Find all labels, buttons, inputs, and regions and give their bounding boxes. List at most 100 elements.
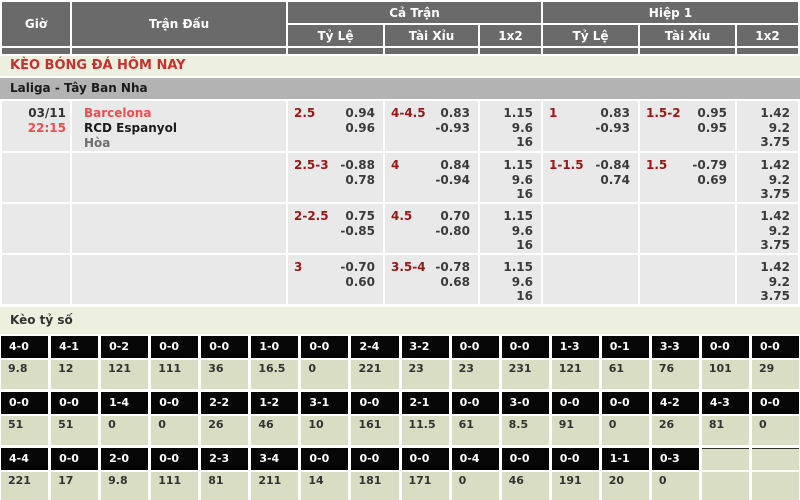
score-cell[interactable]: 3-223 — [402, 336, 449, 389]
score-cell[interactable]: 1-40 — [101, 392, 148, 445]
score-label: 2-3 — [201, 448, 248, 470]
score-row: 4-09.84-1120-21210-01110-0361-016.50-002… — [1, 336, 799, 389]
score-cell[interactable]: 0-029 — [752, 336, 799, 389]
score-cell[interactable]: 0-00 — [602, 392, 649, 445]
ft-over-under-cell[interactable]: 4-4.50.83-0.93 — [385, 101, 478, 151]
score-cell[interactable]: 0-051 — [1, 392, 48, 445]
h1-handicap-cell[interactable]: 1-1.5-0.840.74 — [543, 153, 638, 202]
h1-over-under-line: 1.5 — [646, 158, 667, 172]
h1-over-under-cell — [640, 204, 735, 253]
h1-over-under-cell[interactable]: 1.5-20.950.95 — [640, 101, 735, 151]
h1-over-under-cell[interactable]: 1.5-0.790.69 — [640, 153, 735, 202]
score-cell[interactable]: 2-111.5 — [402, 392, 449, 445]
score-cell[interactable]: 0-40 — [452, 448, 499, 500]
h1-handicap-line: 1-1.5 — [549, 158, 584, 172]
score-cell[interactable]: 2-381 — [201, 448, 248, 500]
col-header-time: Giờ — [2, 2, 70, 46]
score-cell[interactable]: 3-4211 — [251, 448, 298, 500]
score-cell[interactable]: 3-08.5 — [502, 392, 549, 445]
odds-value: 3.75 — [737, 135, 790, 150]
score-cell[interactable]: 0-30 — [652, 448, 699, 500]
score-cell[interactable]: 0-00 — [301, 336, 348, 389]
score-label: 2-2 — [201, 392, 248, 414]
score-cell[interactable]: 3-376 — [652, 336, 699, 389]
score-cell[interactable]: 0-161 — [602, 336, 649, 389]
score-odds: 61 — [602, 360, 649, 389]
score-cell[interactable]: 2-09.8 — [101, 448, 148, 500]
ft-1x2-cell[interactable]: 1.159.616 — [480, 153, 541, 202]
col-header-h1-1x2: 1x2 — [737, 25, 798, 46]
odds-value: -0.94 — [385, 173, 470, 188]
score-cell[interactable]: 4-381 — [702, 392, 749, 445]
ft-1x2-cell[interactable]: 1.159.616 — [480, 101, 541, 151]
h1-1x2-cell[interactable]: 1.429.23.75 — [737, 153, 798, 202]
score-label: 0-0 — [452, 392, 499, 414]
h1-1x2-cell[interactable]: 1.429.23.75 — [737, 101, 798, 151]
ft-handicap-cell[interactable]: 3-0.700.60 — [288, 255, 383, 304]
score-cell[interactable]: 0-0111 — [151, 336, 198, 389]
score-cell[interactable]: 0-046 — [502, 448, 549, 500]
score-odds: 23 — [452, 360, 499, 389]
h1-1x2-cell[interactable]: 1.429.23.75 — [737, 204, 798, 253]
score-cell[interactable]: 0-0181 — [351, 448, 398, 500]
score-cell[interactable]: 0-00 — [151, 392, 198, 445]
score-odds: 121 — [101, 360, 148, 389]
ft-over-under-cell[interactable]: 3.5-4-0.780.68 — [385, 255, 478, 304]
ft-handicap-cell[interactable]: 2.50.940.96 — [288, 101, 383, 151]
score-label: 0-0 — [402, 448, 449, 470]
ft-handicap-cell[interactable]: 2.5-3-0.880.78 — [288, 153, 383, 202]
score-cell[interactable]: 0-0161 — [351, 392, 398, 445]
score-cell[interactable]: 4-4221 — [1, 448, 48, 500]
ft-over-under-line: 4-4.5 — [391, 106, 426, 120]
score-cell[interactable]: 0-061 — [452, 392, 499, 445]
score-label: 0-0 — [552, 392, 599, 414]
ft-over-under-cell[interactable]: 40.84-0.94 — [385, 153, 478, 202]
ft-1x2-cell[interactable]: 1.159.616 — [480, 255, 541, 304]
col-header-h1-over-under: Tài Xỉu — [640, 25, 735, 46]
ft-1x2-cell[interactable]: 1.159.616 — [480, 204, 541, 253]
odds-value: 16 — [480, 238, 533, 253]
score-label: 0-0 — [452, 336, 499, 358]
score-label: 2-4 — [351, 336, 398, 358]
score-cell[interactable]: 3-110 — [301, 392, 348, 445]
score-cell[interactable]: 4-112 — [51, 336, 98, 389]
score-cell[interactable]: 0-036 — [201, 336, 248, 389]
score-cell[interactable]: 4-09.8 — [1, 336, 48, 389]
score-cell[interactable]: 2-226 — [201, 392, 248, 445]
score-cell[interactable]: 0-0111 — [151, 448, 198, 500]
odds-value: 1.42 — [737, 106, 790, 121]
h1-handicap-cell[interactable]: 10.83-0.93 — [543, 101, 638, 151]
score-cell[interactable]: 0-014 — [301, 448, 348, 500]
score-cell[interactable]: 1-3121 — [552, 336, 599, 389]
match-cell — [72, 153, 286, 202]
score-cell[interactable]: 4-226 — [652, 392, 699, 445]
score-cell[interactable]: 0-0191 — [552, 448, 599, 500]
score-odds: 61 — [452, 416, 499, 445]
score-odds: 111 — [151, 472, 198, 500]
score-cell[interactable]: 0-2121 — [101, 336, 148, 389]
score-cell[interactable]: 0-00 — [752, 392, 799, 445]
score-cell[interactable]: 2-4221 — [351, 336, 398, 389]
ft-handicap-cell[interactable]: 2-2.50.75-0.85 — [288, 204, 383, 253]
odds-value: 3.75 — [737, 238, 790, 253]
match-date: 03/11 — [2, 106, 66, 121]
score-cell[interactable]: 0-0231 — [502, 336, 549, 389]
score-cell[interactable]: 1-120 — [602, 448, 649, 500]
col-header-match: Trận Đấu — [72, 2, 286, 46]
score-cell[interactable]: 1-246 — [251, 392, 298, 445]
ft-over-under-cell[interactable]: 4.50.70-0.80 — [385, 204, 478, 253]
odds-value: 1.15 — [480, 260, 533, 275]
h1-1x2-cell[interactable]: 1.429.23.75 — [737, 255, 798, 304]
score-cell[interactable]: 0-051 — [51, 392, 98, 445]
score-cell[interactable]: 1-016.5 — [251, 336, 298, 389]
score-cell[interactable]: 0-0101 — [702, 336, 749, 389]
score-odds: 221 — [1, 472, 48, 500]
h1-over-under-line: 1.5-2 — [646, 106, 681, 120]
odds-value: 1.15 — [480, 158, 533, 173]
score-cell[interactable]: 0-091 — [552, 392, 599, 445]
score-cell[interactable]: 0-023 — [452, 336, 499, 389]
odds-value: 0.74 — [543, 173, 630, 188]
score-cell[interactable]: 0-017 — [51, 448, 98, 500]
score-cell[interactable]: 0-0171 — [402, 448, 449, 500]
betting-odds-page: Giờ Trận Đấu Cả Trận Hiệp 1 Tỷ Lệ Tài Xỉ… — [0, 0, 800, 500]
